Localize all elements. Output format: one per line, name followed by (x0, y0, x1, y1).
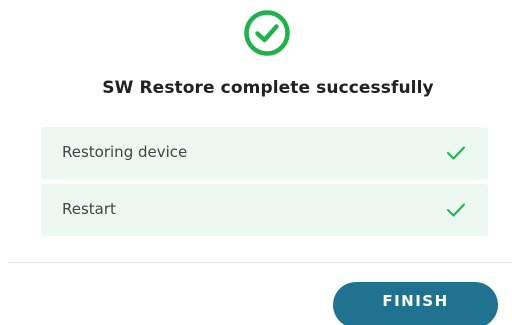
step-label: Restart (62, 200, 116, 218)
check-icon (447, 146, 465, 160)
step-row-restart: Restart (41, 184, 488, 236)
finish-button[interactable]: FINISH (333, 282, 498, 325)
dialog-title: SW Restore complete successfully (102, 78, 434, 98)
step-label: Restoring device (62, 143, 188, 161)
check-icon (447, 203, 465, 217)
footer-divider (9, 262, 512, 263)
check-circle-icon (244, 10, 290, 56)
restore-complete-dialog: SW Restore complete successfully Restori… (0, 0, 512, 325)
step-row-restoring-device: Restoring device (41, 127, 488, 179)
